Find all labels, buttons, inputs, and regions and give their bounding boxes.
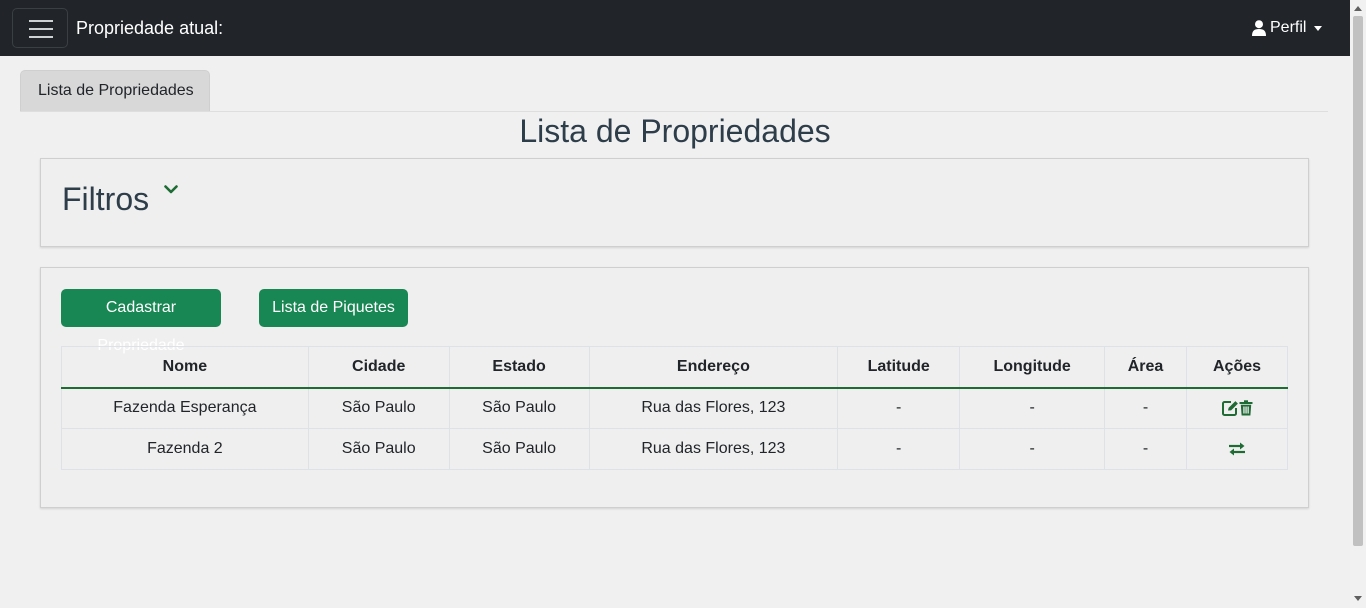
scrollbar-thumb[interactable] bbox=[1353, 16, 1363, 546]
cell-cidade: São Paulo bbox=[307, 387, 450, 429]
column-header-acoes: Ações bbox=[1186, 346, 1288, 389]
column-header-nome[interactable]: Nome bbox=[61, 346, 309, 389]
column-header-endereco[interactable]: Endereço bbox=[588, 346, 839, 389]
cell-acoes bbox=[1186, 428, 1288, 470]
exchange-icon[interactable] bbox=[1228, 442, 1246, 456]
cell-estado: São Paulo bbox=[448, 387, 590, 429]
scroll-up-arrow-icon[interactable] bbox=[1354, 6, 1362, 11]
cell-estado: São Paulo bbox=[448, 428, 590, 470]
hamburger-icon-bar bbox=[29, 36, 53, 38]
cell-longitude: - bbox=[959, 428, 1106, 470]
table-row: Fazenda 2 São Paulo São Paulo Rua das Fl… bbox=[61, 428, 1288, 470]
scroll-down-arrow-icon[interactable] bbox=[1354, 596, 1362, 601]
cell-area: - bbox=[1104, 428, 1188, 470]
cell-latitude: - bbox=[837, 387, 961, 429]
caret-down-icon bbox=[1314, 25, 1323, 31]
top-navbar: Propriedade atual: Perfil bbox=[0, 0, 1350, 56]
hamburger-icon-bar bbox=[29, 20, 53, 22]
page-title: Lista de Propriedades bbox=[519, 113, 831, 149]
edit-icon[interactable] bbox=[1221, 400, 1239, 417]
cell-acoes bbox=[1186, 387, 1288, 429]
properties-table: Nome Cidade Estado Endereço Latitude Lon… bbox=[61, 346, 1288, 470]
current-property-label: Propriedade atual: bbox=[76, 18, 224, 38]
cell-nome: Fazenda 2 bbox=[61, 428, 309, 470]
cell-longitude: - bbox=[959, 387, 1106, 429]
column-header-latitude[interactable]: Latitude bbox=[837, 346, 961, 389]
paddock-list-button[interactable]: Lista de Piquetes bbox=[259, 289, 408, 327]
tab-lista-propriedades[interactable]: Lista de Propriedades bbox=[20, 70, 210, 111]
filters-card: Filtros bbox=[40, 158, 1309, 247]
hamburger-icon-bar bbox=[29, 28, 53, 30]
cell-area: - bbox=[1104, 387, 1188, 429]
cell-endereco: Rua das Flores, 123 bbox=[588, 387, 839, 429]
filters-title: Filtros bbox=[62, 181, 150, 217]
table-row: Fazenda Esperança São Paulo São Paulo Ru… bbox=[61, 387, 1288, 429]
menu-toggle-button[interactable] bbox=[12, 8, 68, 48]
cell-endereco: Rua das Flores, 123 bbox=[588, 428, 839, 470]
cell-nome: Fazenda Esperança bbox=[61, 387, 309, 429]
cell-latitude: - bbox=[837, 428, 961, 470]
properties-list-card: Cadastrar Propriedade Lista de Piquetes … bbox=[40, 267, 1309, 508]
user-icon bbox=[1252, 20, 1266, 36]
profile-label: Perfil bbox=[1270, 19, 1307, 36]
cell-cidade: São Paulo bbox=[307, 428, 450, 470]
column-header-area[interactable]: Área bbox=[1104, 346, 1188, 389]
table-header-row: Nome Cidade Estado Endereço Latitude Lon… bbox=[61, 346, 1288, 389]
profile-dropdown[interactable]: Perfil bbox=[1252, 18, 1323, 38]
trash-icon[interactable] bbox=[1239, 400, 1253, 416]
column-header-estado[interactable]: Estado bbox=[448, 346, 590, 389]
chevron-down-icon[interactable] bbox=[164, 184, 178, 196]
page-scrollbar[interactable] bbox=[1350, 0, 1366, 608]
register-property-button[interactable]: Cadastrar Propriedade bbox=[61, 289, 221, 354]
column-header-cidade[interactable]: Cidade bbox=[307, 346, 450, 389]
column-header-longitude[interactable]: Longitude bbox=[959, 346, 1106, 389]
